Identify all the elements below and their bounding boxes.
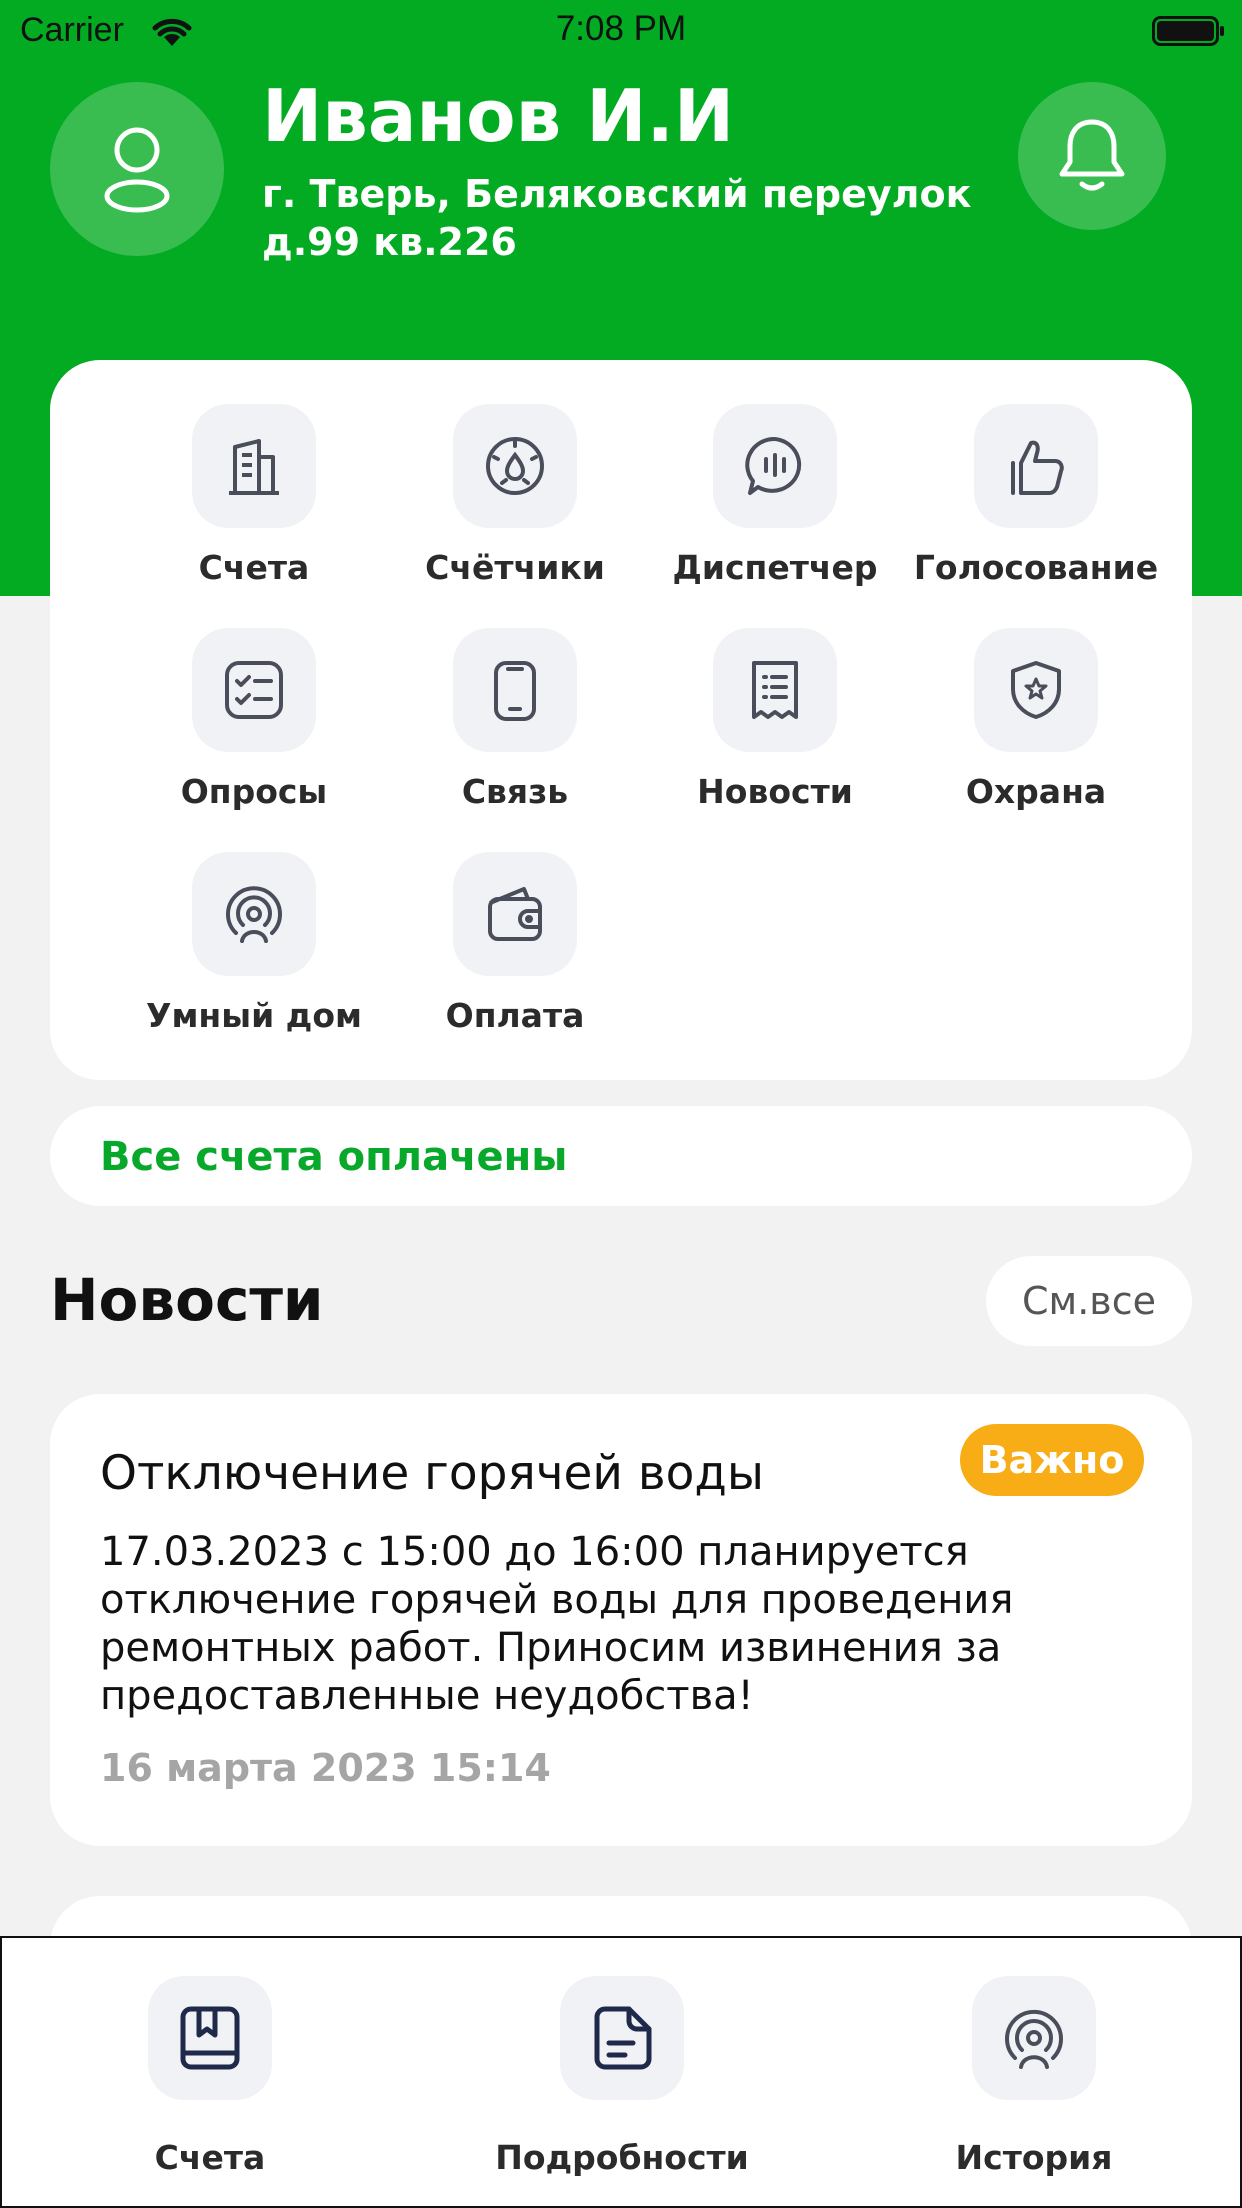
notifications-button[interactable] <box>1018 82 1166 230</box>
tab-label: История <box>955 2138 1113 2177</box>
book-icon <box>180 2006 240 2070</box>
service-label: Новости <box>697 772 853 811</box>
wallet-icon <box>488 887 542 941</box>
service-tile <box>713 628 837 752</box>
tab-tile <box>148 1976 272 2100</box>
important-badge: Важно <box>960 1424 1144 1496</box>
receipt-icon <box>752 661 798 719</box>
news-card[interactable]: Отключение горячей воды Важно 17.03.2023… <box>50 1394 1192 1846</box>
service-label: Счета <box>198 548 310 587</box>
service-surveys[interactable]: Опросы <box>124 628 384 811</box>
tab-details[interactable]: Подробности <box>472 1976 772 2177</box>
user-icon <box>104 127 170 213</box>
service-label: Умный дом <box>146 996 362 1035</box>
service-tile <box>453 404 577 528</box>
checklist-icon <box>225 661 283 719</box>
bell-icon <box>1059 119 1125 191</box>
service-tile <box>453 852 577 976</box>
news-headline: Отключение горячей воды <box>100 1446 764 1501</box>
building-icon <box>229 439 279 495</box>
tab-history[interactable]: История <box>884 1976 1184 2177</box>
tab-tile <box>560 1976 684 2100</box>
service-label: Диспетчер <box>672 548 878 587</box>
tab-label: Подробности <box>495 2138 749 2177</box>
chat-icon <box>745 436 802 495</box>
see-all-button[interactable]: См.все <box>986 1256 1192 1346</box>
thumbs-up-icon <box>1011 440 1064 495</box>
service-label: Оплата <box>445 996 585 1035</box>
news-body: 17.03.2023 с 15:00 до 16:00 планируется … <box>100 1529 1014 1719</box>
service-tile <box>974 628 1098 752</box>
document-icon <box>594 2006 652 2070</box>
smart-home-icon <box>226 886 282 943</box>
service-contact[interactable]: Связь <box>385 628 645 811</box>
tab-accounts[interactable]: Счета <box>60 1976 360 2177</box>
service-label: Связь <box>461 772 569 811</box>
bottom-tab-bar: Счета Подробности История <box>0 1936 1242 2208</box>
services-card: Счета Счётчики Диспетчер Голосование Опр… <box>50 360 1192 1080</box>
service-label: Опросы <box>180 772 328 811</box>
news-date: 16 марта 2023 15:14 <box>100 1746 551 1790</box>
service-security[interactable]: Охрана <box>906 628 1166 811</box>
service-payment[interactable]: Оплата <box>385 852 645 1035</box>
service-smart-home[interactable]: Умный дом <box>124 852 384 1035</box>
payment-status-text: Все счета оплачены <box>100 1134 568 1180</box>
service-voting[interactable]: Голосование <box>906 404 1166 587</box>
user-name: Иванов И.И <box>262 74 735 158</box>
payment-status-bar[interactable]: Все счета оплачены <box>50 1106 1192 1206</box>
service-tile <box>713 404 837 528</box>
phone-icon <box>494 661 536 721</box>
service-news[interactable]: Новости <box>645 628 905 811</box>
news-section-title: Новости <box>50 1266 324 1334</box>
tab-tile <box>972 1976 1096 2100</box>
tab-label: Счета <box>154 2138 266 2177</box>
meter-icon <box>486 437 544 495</box>
service-tile <box>192 404 316 528</box>
service-accounts[interactable]: Счета <box>124 404 384 587</box>
service-tile <box>192 628 316 752</box>
avatar[interactable] <box>50 82 224 256</box>
service-tile <box>974 404 1098 528</box>
broadcast-icon <box>1005 2009 1063 2069</box>
battery-icon <box>1152 16 1224 46</box>
service-tile <box>192 852 316 976</box>
service-label: Счётчики <box>425 548 605 587</box>
service-meters[interactable]: Счётчики <box>385 404 645 587</box>
service-label: Охрана <box>965 772 1107 811</box>
shield-icon <box>1011 661 1061 719</box>
service-tile <box>453 628 577 752</box>
status-time: 7:08 PM <box>555 9 687 48</box>
service-dispatcher[interactable]: Диспетчер <box>645 404 905 587</box>
user-address: г. Тверь, Беляковский переулок д.99 кв.2… <box>262 172 972 264</box>
status-bar: Carrier 7:08 PM <box>0 0 1242 62</box>
service-label: Голосование <box>913 548 1159 587</box>
